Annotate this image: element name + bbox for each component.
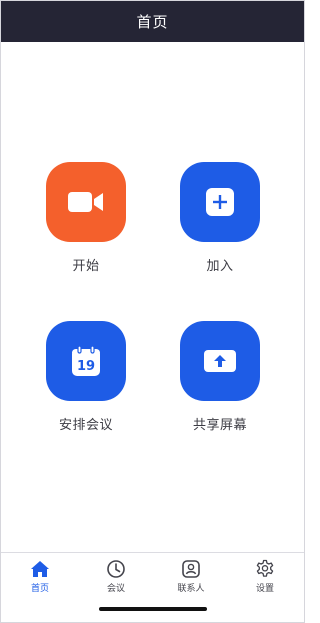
tab-meetings-label: 会议	[106, 584, 125, 594]
start-meeting-label: 开始	[72, 259, 100, 274]
video-camera-icon	[68, 192, 103, 212]
start-meeting-button[interactable]	[46, 162, 126, 242]
schedule-meeting-button[interactable]: 19	[46, 321, 126, 401]
calendar-day-text: 19	[77, 359, 95, 374]
join-meeting-button[interactable]	[180, 162, 260, 242]
share-screen-button[interactable]	[180, 321, 260, 401]
share-screen-label: 共享屏幕	[192, 418, 247, 433]
contact-icon	[182, 560, 200, 578]
start-meeting-action: 开始	[46, 162, 126, 274]
schedule-meeting-label: 安排会议	[58, 418, 113, 433]
gear-icon	[256, 559, 274, 577]
clock-icon	[107, 560, 125, 578]
home-indicator-bar	[99, 607, 207, 611]
app-frame: 首页 开始 加入 19 安排会议 共享屏幕 首页 会议 联系人 设置	[0, 0, 305, 623]
calendar-icon: 19	[72, 345, 100, 376]
page-title: 首页	[136, 13, 169, 31]
tab-meetings[interactable]: 会议	[86, 559, 146, 594]
bottom-tab-bar: 首页 会议 联系人 设置	[1, 552, 304, 622]
join-meeting-action: 加入	[180, 162, 260, 274]
home-icon	[31, 561, 49, 577]
schedule-meeting-action: 19 安排会议	[46, 321, 126, 433]
tab-settings-label: 设置	[255, 584, 274, 594]
share-screen-action: 共享屏幕	[180, 321, 260, 433]
tab-settings[interactable]: 设置	[235, 559, 295, 594]
tab-home-label: 首页	[30, 584, 49, 594]
tab-contacts[interactable]: 联系人	[161, 559, 221, 594]
join-meeting-label: 加入	[206, 259, 234, 274]
tab-contacts-label: 联系人	[177, 584, 205, 594]
plus-icon	[206, 188, 234, 216]
header-bar: 首页	[1, 1, 304, 42]
tab-home[interactable]: 首页	[10, 559, 70, 594]
share-screen-icon	[204, 350, 236, 372]
